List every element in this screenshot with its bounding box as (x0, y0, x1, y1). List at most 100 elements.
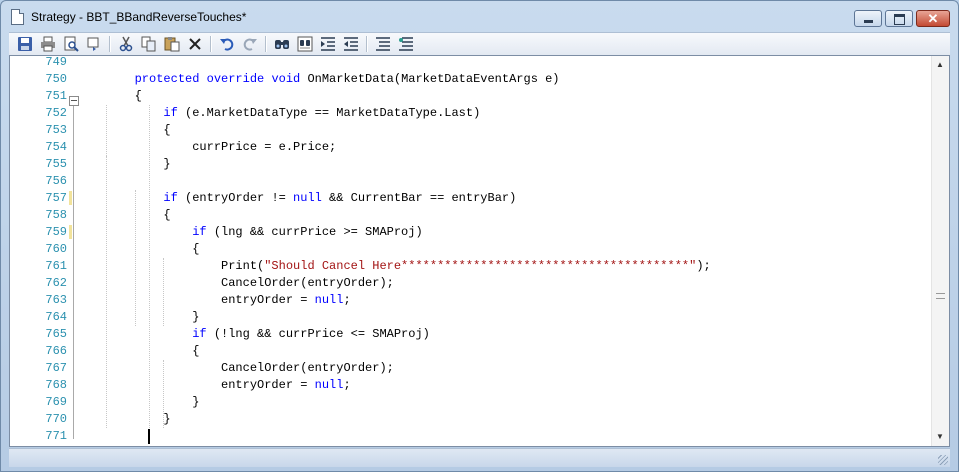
code-line[interactable]: CancelOrder(entryOrder); (77, 360, 394, 377)
code-line[interactable]: currPrice = e.Price; (77, 139, 336, 156)
code-line[interactable]: if (lng && currPrice >= SMAProj) (77, 224, 423, 241)
text-caret (148, 429, 150, 444)
resize-grip-icon[interactable] (938, 455, 948, 465)
page-setup-icon[interactable] (86, 36, 102, 52)
code-token: } (77, 157, 171, 171)
line-number: 761 (45, 259, 67, 273)
code-line[interactable]: { (77, 122, 171, 139)
delete-icon[interactable] (187, 36, 203, 52)
code-line[interactable]: entryOrder = null; (77, 377, 351, 394)
redo-icon[interactable] (242, 36, 258, 52)
vertical-scrollbar[interactable]: ▲ ▼ (931, 56, 949, 446)
toolbar-separator (265, 36, 267, 52)
line-number: 765 (45, 327, 67, 341)
code-token: (e.MarketDataType == MarketDataType.Last… (177, 106, 481, 120)
close-icon: ✕ (927, 11, 939, 26)
toolbar-separator (366, 36, 368, 52)
line-number: 750 (45, 72, 67, 86)
indent-icon[interactable] (320, 36, 336, 52)
code-line[interactable]: if (e.MarketDataType == MarketDataType.L… (77, 105, 480, 122)
code-line[interactable]: if (entryOrder != null && CurrentBar == … (77, 190, 516, 207)
line-number: 762 (45, 276, 67, 290)
code-line[interactable]: CancelOrder(entryOrder); (77, 275, 394, 292)
document-icon (11, 9, 24, 25)
keyword-token: if (192, 327, 207, 341)
code-line[interactable]: protected override void OnMarketData(Mar… (77, 71, 560, 88)
minimize-button[interactable] (854, 10, 882, 27)
keyword-token: void (271, 72, 301, 86)
code-token: { (77, 123, 171, 137)
code-line[interactable]: entryOrder = null; (77, 292, 351, 309)
find-replace-icon[interactable] (297, 36, 313, 52)
code-token: (lng && currPrice >= SMAProj) (206, 225, 423, 239)
paste-icon[interactable] (164, 36, 180, 52)
line-number: 752 (45, 106, 67, 120)
code-line[interactable]: if (!lng && currPrice <= SMAProj) (77, 326, 430, 343)
keyword-token: if (163, 106, 178, 120)
code-token: CancelOrder(entryOrder); (77, 276, 394, 290)
keyword-token: override (206, 72, 265, 86)
print-icon[interactable] (40, 36, 56, 52)
line-number: 749 (45, 55, 67, 69)
line-number-gutter: 749 750 751 752 753 754 755 756 757 758 759 760 761 7… (10, 56, 69, 446)
line-number: 755 (45, 157, 67, 171)
find-icon[interactable] (274, 36, 290, 52)
code-token: } (77, 412, 171, 426)
scroll-up-icon[interactable]: ▲ (936, 61, 944, 69)
code-line[interactable]: { (77, 88, 142, 105)
scroll-down-icon[interactable]: ▼ (936, 433, 944, 441)
line-number: 771 (45, 429, 67, 443)
maximize-icon (894, 14, 905, 25)
minimize-icon (864, 20, 873, 23)
code-line[interactable]: } (77, 156, 171, 173)
print-preview-icon[interactable] (63, 36, 79, 52)
uncomment-icon[interactable] (398, 36, 414, 52)
code-line[interactable]: } (77, 394, 199, 411)
code-token: { (77, 89, 142, 103)
title-bar[interactable]: Strategy - BBT_BBandReverseTouches* ✕ (1, 1, 958, 31)
code-token: ; (343, 378, 351, 392)
code-token: { (77, 208, 171, 222)
keyword-token: null (314, 378, 344, 392)
indent-guide (163, 258, 165, 326)
line-number: 759 (45, 225, 67, 239)
code-line[interactable]: { (77, 207, 171, 224)
code-token: (!lng && currPrice <= SMAProj) (206, 327, 430, 341)
code-token: currPrice = e.Price; (77, 140, 337, 154)
window-title: Strategy - BBT_BBandReverseTouches* (31, 10, 247, 24)
maximize-button[interactable] (885, 10, 913, 27)
string-token: "Should Cancel Here*********************… (264, 259, 697, 273)
keyword-token: if (163, 191, 178, 205)
line-number: 766 (45, 344, 67, 358)
cut-icon[interactable] (118, 36, 134, 52)
close-button[interactable]: ✕ (916, 10, 950, 27)
undo-icon[interactable] (219, 36, 235, 52)
code-line[interactable]: } (77, 309, 199, 326)
save-icon[interactable] (17, 36, 33, 52)
code-line[interactable]: } (77, 411, 171, 428)
code-line[interactable]: { (77, 241, 199, 258)
indent-guide (163, 360, 165, 428)
indent-guide (105, 156, 107, 428)
code-token: CancelOrder(entryOrder); (77, 361, 394, 375)
status-bar (9, 448, 950, 467)
outdent-icon[interactable] (343, 36, 359, 52)
scrollbar-thumb[interactable] (936, 293, 945, 299)
code-token: OnMarketData(MarketDataEventArgs e) (300, 72, 560, 86)
line-number: 767 (45, 361, 67, 375)
comment-icon[interactable] (375, 36, 391, 52)
code-editor[interactable]: 749 750 751 752 753 754 755 756 757 758 759 760 761 7… (9, 55, 950, 447)
line-number: 760 (45, 242, 67, 256)
line-number: 770 (45, 412, 67, 426)
line-number: 769 (45, 395, 67, 409)
copy-icon[interactable] (141, 36, 157, 52)
code-line[interactable]: Print("Should Cancel Here***************… (77, 258, 711, 275)
code-line[interactable]: { (77, 343, 199, 360)
code-token: } (77, 395, 200, 409)
toolbar (9, 32, 950, 56)
